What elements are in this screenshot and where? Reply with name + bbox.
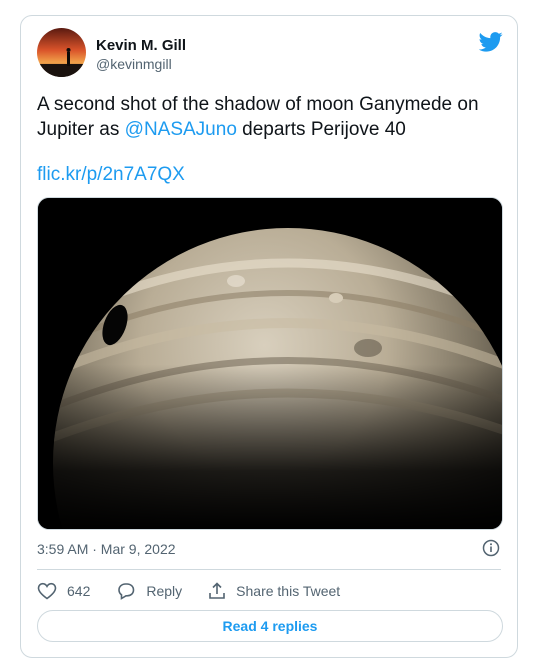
author-handle[interactable]: @kevinmgill: [96, 56, 172, 72]
tweet-timestamp[interactable]: 3:59 AM · Mar 9, 2022: [37, 541, 176, 557]
heart-icon: [37, 582, 57, 600]
author-name[interactable]: Kevin M. Gill: [96, 37, 186, 54]
share-button[interactable]: Share this Tweet: [208, 582, 340, 600]
like-count: 642: [67, 583, 91, 599]
share-label: Share this Tweet: [236, 583, 341, 599]
tweet-text: A second shot of the shadow of moon Gany…: [37, 92, 507, 142]
tweet-link[interactable]: flic.kr/p/2n7A7QX: [37, 164, 185, 186]
tweet-text-part: departs Perijove 40: [236, 119, 406, 140]
divider: [37, 569, 501, 570]
mention-link[interactable]: @NASAJuno: [125, 119, 237, 140]
reply-bubble-icon: [118, 583, 135, 600]
tweet-card: Kevin M. Gill @kevinmgill A second shot …: [20, 15, 518, 658]
tweet-actions: 642 Reply Share this Tweet: [37, 581, 366, 601]
info-icon[interactable]: [482, 539, 500, 557]
read-replies-button[interactable]: Read 4 replies: [37, 610, 503, 642]
avatar[interactable]: [37, 28, 86, 77]
share-icon: [209, 582, 225, 599]
twitter-bird-icon[interactable]: [478, 32, 503, 52]
reply-button[interactable]: Reply: [116, 582, 182, 600]
like-button[interactable]: 642: [37, 582, 90, 600]
reply-label: Reply: [146, 583, 183, 599]
media-image-jupiter[interactable]: [37, 197, 503, 530]
